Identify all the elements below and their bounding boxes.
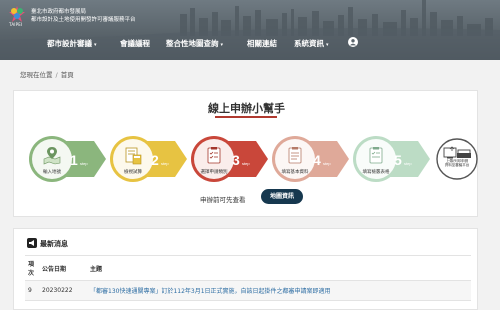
step-final-label: 上傳/列印申請 資料至審議平台 [444, 159, 470, 167]
nav-meeting-agenda[interactable]: 會議議程 [120, 38, 150, 49]
step-5[interactable]: 5 step 填寫檢覈表格 [352, 135, 430, 183]
step-3[interactable]: 3 step 選擇申請類別 [190, 135, 268, 183]
row-date: 20230222 [39, 280, 87, 301]
news-table: 項次 公告日期 主題 9 20230222 「都審130快速通關專案」訂於112… [25, 255, 471, 301]
step-3-label: 選擇申請類別 [200, 170, 228, 175]
org-name-line1: 臺北市政府都市發展局 [31, 9, 87, 15]
map-pin-icon [43, 147, 61, 165]
map-info-button[interactable]: 地圖資訊 [261, 189, 303, 204]
checklist-icon [207, 147, 221, 164]
breadcrumb-separator: / [55, 71, 58, 79]
online-helper-card: 線上申辦小幫手 1 step 輸入地號 2 step 檢視試算 3 step 選… [13, 90, 478, 217]
step-5-label: 填寫檢覈表格 [362, 170, 390, 175]
news-card: 最新消息 項次 公告日期 主題 9 20230222 「都審130快速通關專案」… [13, 228, 478, 310]
table-row: 9 20230222 「都審130快速通關專案」訂於112年3月1日正式實施，自… [25, 280, 471, 301]
step-5-arrow: 5 step [353, 136, 430, 182]
megaphone-icon [27, 238, 37, 248]
step-2-suffix: step [161, 161, 169, 166]
helper-title: 線上申辦小幫手 [208, 102, 285, 115]
step-5-suffix: step [404, 161, 412, 166]
news-table-header: 項次 公告日期 主題 [25, 255, 471, 281]
step-4-suffix: step [323, 161, 331, 166]
step-4[interactable]: 4 step 填寫基本資料 [271, 135, 349, 183]
nav-urban-design-review[interactable]: 都市設計審議 ▾ [47, 38, 97, 49]
logo-text: TAIPEI [9, 22, 23, 27]
step-3-suffix: step [242, 161, 250, 166]
breadcrumb-label: 您現在位置 [20, 71, 53, 79]
step-1-suffix: step [80, 161, 88, 166]
nav-system-info[interactable]: 系統資訊 ▾ [294, 38, 329, 49]
nav-integrated-map[interactable]: 整合性地圖查詢 ▾ [166, 38, 223, 49]
user-circle-icon[interactable] [348, 37, 358, 47]
taipei-logo[interactable] [8, 5, 26, 23]
col-no: 項次 [25, 255, 39, 281]
step-4-label: 填寫基本資料 [281, 170, 309, 175]
breadcrumb-home-link[interactable]: 首頁 [61, 71, 74, 79]
row-no: 9 [25, 280, 39, 301]
step-5-number: 5 [394, 152, 402, 168]
checklist-form-icon [369, 147, 383, 164]
step-3-number: 3 [232, 152, 240, 168]
calculator-document-icon [125, 147, 142, 165]
org-name-line2: 都市設計及土地使用開發許可審議服務平台 [31, 17, 136, 23]
step-2-label: 檢視試算 [124, 170, 142, 175]
step-2[interactable]: 2 step 檢視試算 [109, 135, 187, 183]
main-nav: 都市設計審議 ▾ 會議議程 整合性地圖查詢 ▾ 相關連結 系統資訊 ▾ [0, 38, 500, 52]
step-2-number: 2 [151, 152, 159, 168]
step-1-number: 1 [70, 152, 78, 168]
row-topic-link[interactable]: 「都審130快速通關專案」訂於112年3月1日正式實施，自該日起掛件之都審申請案… [87, 280, 471, 301]
col-date: 公告日期 [39, 255, 87, 281]
form-icon [288, 147, 302, 164]
chevron-down-icon: ▾ [326, 42, 329, 48]
title-underline [215, 116, 277, 118]
breadcrumb: 您現在位置 / 首頁 [20, 69, 74, 79]
step-3-arrow: 3 step [191, 136, 268, 182]
step-2-arrow: 2 step [110, 136, 187, 182]
news-title: 最新消息 [40, 240, 68, 248]
step-1-arrow: 1 step [29, 136, 106, 182]
chevron-down-icon: ▾ [220, 42, 224, 48]
step-1-label: 輸入地號 [43, 170, 61, 175]
nav-related-links[interactable]: 相關連結 [247, 38, 277, 49]
chevron-down-icon: ▾ [94, 42, 97, 48]
news-header: 最新消息 [27, 238, 68, 249]
helper-hint: 申辦前可先查看 [200, 196, 246, 204]
step-4-number: 4 [313, 152, 321, 168]
site-header: TAIPEI 臺北市政府都市發展局 都市設計及土地使用開發許可審議服務平台 都市… [0, 0, 500, 60]
col-topic: 主題 [87, 255, 471, 281]
step-1[interactable]: 1 step 輸入地號 [28, 135, 106, 183]
step-final[interactable]: 上傳/列印申請 資料至審議平台 [435, 138, 479, 182]
step-4-arrow: 4 step [272, 136, 349, 182]
